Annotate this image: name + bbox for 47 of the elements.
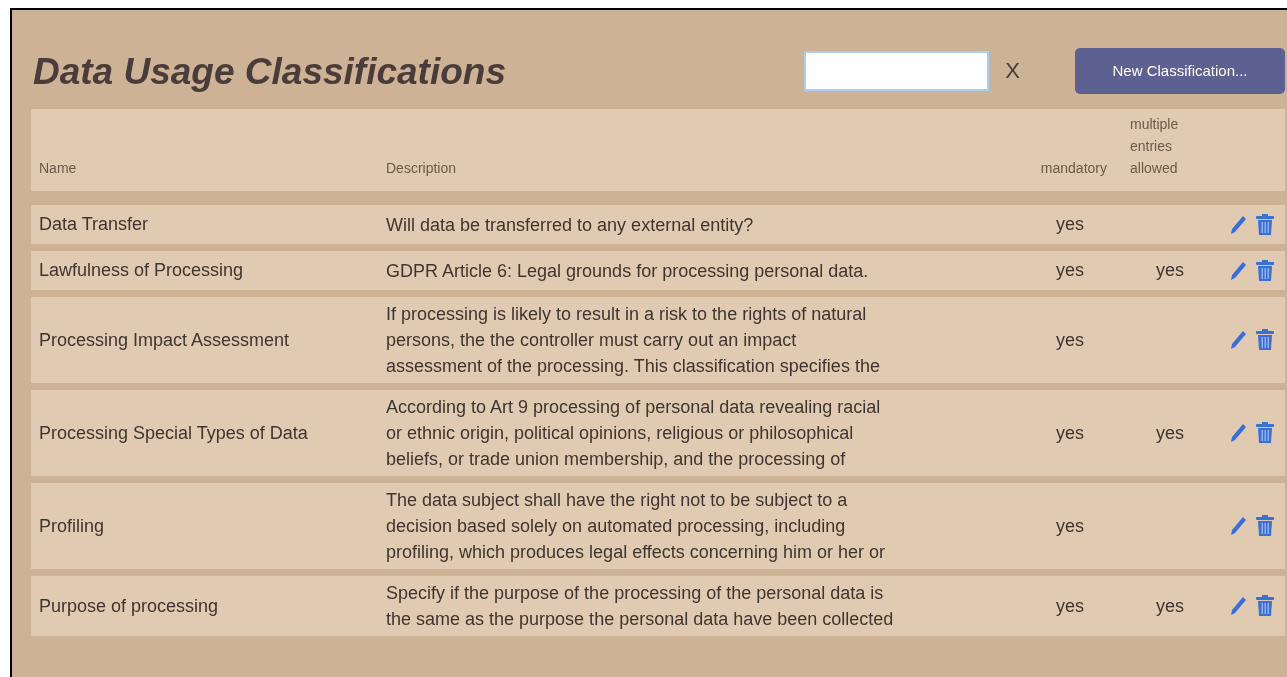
pencil-icon[interactable] (1229, 516, 1247, 536)
name-cell: Data Transfer (39, 214, 149, 234)
table-row[interactable]: Data Transfer Will data be transferred to any external entity? yes (31, 205, 1285, 244)
search-field[interactable] (804, 51, 990, 91)
multiple-cell: yes (1156, 260, 1184, 280)
description-cell-text: GDPR Article 6: Legal grounds for processing personal data. (385, 259, 870, 283)
trash-icon[interactable] (1255, 213, 1275, 236)
description-cell-text: Specify if the purpose of the processing of the personal data is the same as the purpose the personal data have been collected (385, 582, 895, 631)
mandatory-cell: yes (1056, 214, 1084, 234)
mandatory-cell: yes (1056, 260, 1084, 280)
table-row[interactable] (31, 390, 1285, 476)
column-header: Description (385, 159, 458, 178)
name-cell: Purpose of processing (39, 595, 219, 616)
mandatory-cell: yes (1056, 422, 1084, 443)
clear-button[interactable]: X (1005, 60, 1020, 82)
description-cell-text: Will data be transferred to any external entity? (385, 213, 755, 237)
description-cell-text: According to Art 9 processing of personal data revealing racial or ethnic origin, political opinions, religious or philosophical beliefs, or trade union membership, and the processing of (385, 396, 882, 471)
trash-icon[interactable] (1255, 422, 1275, 444)
mandatory-cell: yes (1056, 329, 1084, 350)
multiple-cell: yes (1156, 595, 1184, 616)
column-header: mandatory (1039, 159, 1107, 178)
column-header: multiple entries allowed (1129, 115, 1180, 178)
description-cell-text: The data subject shall have the right not to be subject to a decision based solely on automated processing, including profiling, which produces legal effects concerning him or her or (385, 489, 886, 564)
trash-icon[interactable] (1255, 329, 1275, 351)
pencil-icon[interactable] (1229, 423, 1247, 443)
new-classification-button[interactable]: New Classification... (1075, 48, 1285, 94)
table-row[interactable] (31, 297, 1285, 383)
pencil-icon[interactable] (1229, 330, 1247, 350)
description-cell-text: If processing is likely to result in a risk to the rights of natural persons, the the controller must carry out an impact assessment of the processing. This classification specifies the (385, 303, 881, 378)
table-row[interactable]: Lawfulness of Processing GDPR Article 6: Legal grounds for processing personal data. yes yes (31, 251, 1285, 290)
name-cell: Profiling (39, 515, 105, 536)
pencil-icon[interactable] (1229, 260, 1247, 281)
page-title: Data Usage Classifications (33, 52, 506, 90)
pencil-icon[interactable] (1229, 596, 1247, 616)
mandatory-cell: yes (1056, 595, 1084, 616)
trash-icon[interactable] (1255, 515, 1275, 537)
name-cell: Processing Special Types of Data (39, 422, 308, 443)
trash-icon[interactable] (1255, 259, 1275, 282)
table-row[interactable]: Purpose of processing Specify if the purpose of the processing of the personal data is the same as the purpose the personal data have been collected yes yes (31, 576, 1285, 636)
trash-icon[interactable] (1255, 595, 1275, 617)
table-row[interactable]: Profiling The data subject shall have the right not to be subject to a decision based solely on automated processing, including profiling, which produces legal effects concerning him or her or yes (31, 483, 1285, 569)
mandatory-cell: yes (1056, 515, 1084, 536)
pencil-icon[interactable] (1229, 214, 1247, 235)
name-cell: Lawfulness of Processing (39, 260, 244, 280)
multiple-cell: yes (1156, 422, 1184, 443)
name-cell: Processing Impact Assessment (39, 329, 290, 350)
column-header: Name (38, 159, 78, 178)
